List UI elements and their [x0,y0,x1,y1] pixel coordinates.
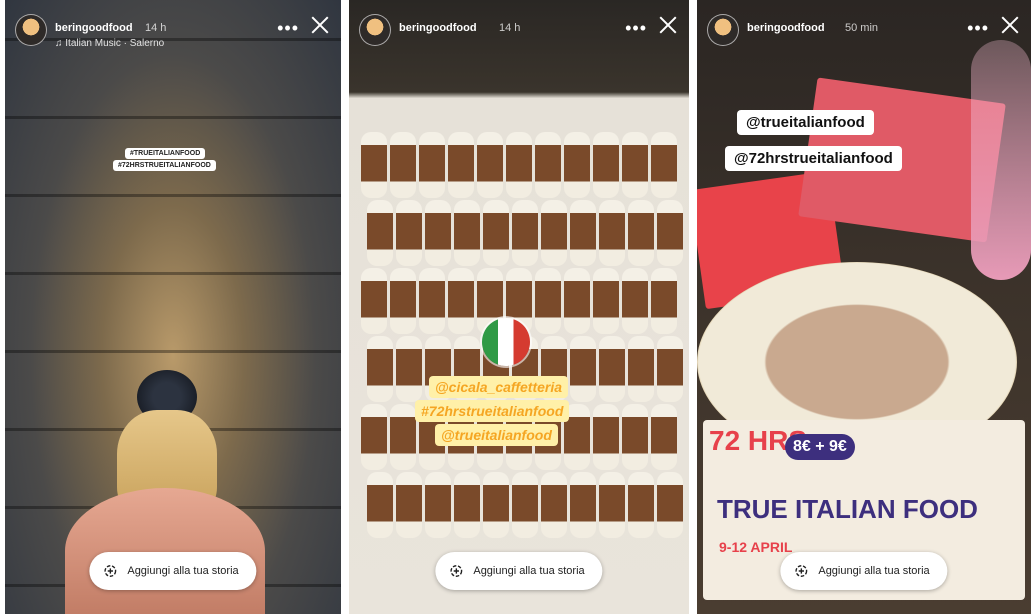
cannolo-image [657,336,683,402]
cannolo-image [570,336,596,402]
cannolo-image [483,472,509,538]
cannolo-image [512,200,538,266]
add-to-story-button[interactable]: Aggiungi alla tua storia [89,552,257,590]
avatar[interactable] [15,14,47,46]
cannolo-image [570,200,596,266]
hashtag-sticker[interactable]: #TRUEITALIANFOOD [125,148,206,159]
cannolo-image [506,132,532,198]
cannolo-image [396,472,422,538]
cannolo-image [628,472,654,538]
username[interactable]: beringoodfood [747,22,825,34]
add-story-icon [104,565,117,577]
wine-glass-image [971,40,1031,280]
story-panel-2[interactable]: beringoodfood 14 h ••• @cicala_caffetter… [349,0,689,614]
add-to-story-button[interactable]: Aggiungi alla tua storia [435,552,603,590]
cannolo-image [448,132,474,198]
cannolo-image [425,472,451,538]
story-time: 50 min [845,22,879,34]
cannolo-image [425,200,451,266]
cannolo-image [390,268,416,334]
more-icon[interactable]: ••• [967,18,989,39]
story-header: beringoodfood 14 h ♫ Italian Music · Sal… [15,14,331,54]
cannolo-image [628,336,654,402]
cannolo-image [593,132,619,198]
add-to-story-label: Aggiungi alla tua storia [818,565,930,577]
cannolo-image [390,404,416,470]
cannolo-image [593,404,619,470]
close-icon[interactable] [309,14,331,36]
cannolo-image [622,404,648,470]
hand-image [65,488,265,614]
close-icon[interactable] [657,14,679,36]
username[interactable]: beringoodfood [399,22,477,34]
story-panel-1[interactable]: beringoodfood 14 h ♫ Italian Music · Sal… [5,0,341,614]
cannolo-image [541,472,567,538]
cannolo-image [622,268,648,334]
cannolo-image [419,132,445,198]
cannolo-image [361,132,387,198]
cannolo-image [599,200,625,266]
cannolo-image [570,472,596,538]
cannolo-image [390,132,416,198]
hashtag-sticker[interactable]: #72hrstrueitalianfood [415,400,570,422]
add-to-story-label: Aggiungi alla tua storia [127,565,239,577]
cannolo-image [651,404,677,470]
add-story-icon [450,565,463,577]
more-icon[interactable]: ••• [625,18,647,39]
story-time: 14 h [499,22,521,34]
story-panel-3[interactable]: 72 HRS 8€ + 9€ TRUE ITALIAN FOOD 9-12 AP… [697,0,1031,614]
cannolo-image [454,472,480,538]
music-label[interactable]: ♫ Italian Music · Salerno [55,38,164,49]
mention-sticker[interactable]: @72hrstrueitalianfood [725,146,902,171]
cannolo-image [396,200,422,266]
cannolo-image [367,200,393,266]
mention-sticker[interactable]: @trueitalianfood [737,110,874,135]
add-to-story-label: Aggiungi alla tua storia [473,565,585,577]
cannolo-image [599,472,625,538]
cannolo-image [657,472,683,538]
italy-flag-icon [482,318,530,366]
cannolo-image [448,268,474,334]
cannolo-image [361,268,387,334]
avatar[interactable] [359,14,391,46]
hashtag-sticker[interactable]: #72HRSTRUEITALIANFOOD [113,160,216,171]
cannolo-image [593,268,619,334]
cannolo-image [396,336,422,402]
story-time: 14 h [145,22,167,34]
cannolo-image [367,472,393,538]
close-icon[interactable] [999,14,1021,36]
poster-dates: 9-12 APRIL [719,539,793,555]
mention-sticker[interactable]: @cicala_caffetteria [429,376,569,398]
cannolo-image [651,268,677,334]
username[interactable]: beringoodfood [55,22,133,34]
cannolo-image [512,472,538,538]
poster-price: 8€ + 9€ [785,434,855,460]
avatar[interactable] [707,14,739,46]
add-to-story-button[interactable]: Aggiungi alla tua storia [780,552,948,590]
cannolo-image [564,132,590,198]
cannolo-image [622,132,648,198]
cannolo-image [419,268,445,334]
cannolo-image [454,200,480,266]
cannolo-image [477,132,503,198]
mention-sticker[interactable]: @trueitalianfood [435,424,558,446]
cannolo-image [367,336,393,402]
cannolo-image [541,200,567,266]
add-story-icon [795,565,808,577]
poster-title: TRUE ITALIAN FOOD [717,494,978,524]
cannolo-image [361,404,387,470]
cannolo-image [599,336,625,402]
cannolo-image [535,132,561,198]
more-icon[interactable]: ••• [277,18,299,39]
cannolo-image [483,200,509,266]
cannolo-image [657,200,683,266]
cannolo-image [535,268,561,334]
story-header: beringoodfood 50 min ••• [707,14,1021,54]
story-header: beringoodfood 14 h ••• [359,14,679,54]
cannolo-image [628,200,654,266]
cannolo-image [651,132,677,198]
cannolo-image [564,268,590,334]
